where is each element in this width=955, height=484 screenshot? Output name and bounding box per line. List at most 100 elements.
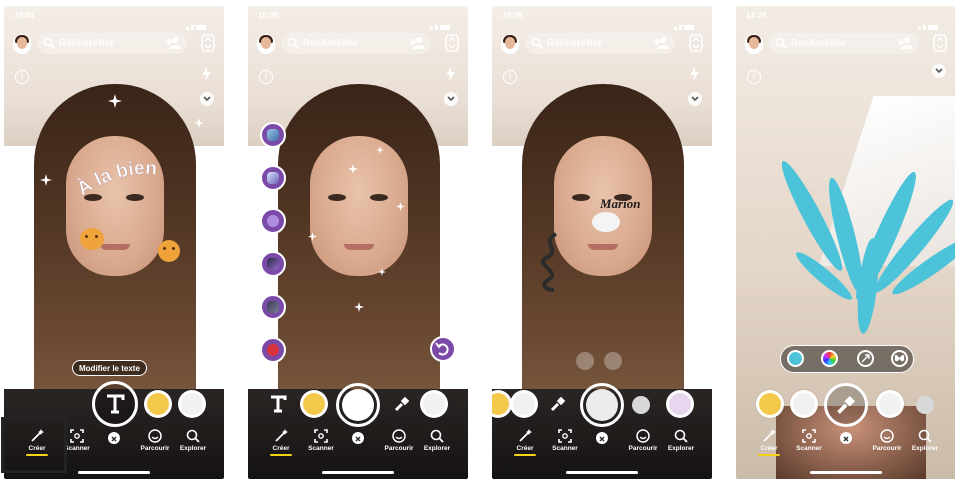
nav-browse[interactable]: Parcourir — [870, 429, 904, 452]
search-bar[interactable]: Rechercher — [281, 33, 431, 54]
search-placeholder: Rechercher — [547, 38, 603, 49]
battery-icon — [440, 25, 450, 30]
edit-text-button[interactable]: Modifier le texte — [72, 360, 147, 376]
flash-icon[interactable] — [688, 66, 702, 82]
lens-thumb — [181, 393, 203, 415]
add-friend-icon[interactable] — [653, 36, 669, 50]
butterfly-icon[interactable] — [891, 350, 908, 367]
curved-text-sticker[interactable]: À la bien — [76, 156, 216, 206]
chevron-down-icon[interactable] — [932, 64, 946, 78]
nav-explore[interactable]: Explorer — [176, 429, 210, 452]
add-friend-icon[interactable] — [165, 36, 181, 50]
avatar-icon[interactable] — [501, 34, 519, 54]
lens-item[interactable] — [178, 390, 206, 418]
lens-item[interactable] — [420, 390, 448, 418]
tattoo-dove-sticker[interactable] — [592, 212, 620, 232]
mouth — [100, 244, 130, 250]
chevron-down-icon[interactable] — [200, 92, 214, 106]
flip-camera-icon[interactable] — [933, 34, 947, 52]
nav-browse[interactable]: Parcourir — [626, 429, 660, 452]
avatar-icon[interactable] — [13, 34, 31, 54]
brush-tool-shard[interactable] — [260, 294, 286, 320]
flip-camera-icon[interactable] — [445, 34, 459, 52]
wand-icon — [275, 429, 288, 442]
nav-explore[interactable]: Explorer — [420, 429, 454, 452]
smiley-icon — [148, 429, 162, 443]
lens-item[interactable] — [510, 390, 538, 418]
brush-capture-button[interactable] — [824, 383, 868, 427]
text-capture-button[interactable] — [92, 381, 138, 427]
lens-item[interactable] — [756, 390, 784, 418]
close-icon[interactable] — [840, 432, 852, 444]
info-icon[interactable]: i — [15, 70, 29, 84]
lens-item[interactable] — [144, 390, 172, 418]
avatar-icon[interactable] — [257, 34, 275, 54]
cat-eye — [85, 235, 88, 238]
eye — [370, 194, 388, 201]
lens-thumb — [879, 393, 901, 415]
brush-tool-heart[interactable] — [260, 208, 286, 234]
search-icon — [287, 37, 299, 49]
nav-create[interactable]: Créer — [508, 429, 542, 456]
flash-icon[interactable] — [200, 66, 214, 82]
add-friend-icon[interactable] — [409, 36, 425, 50]
chevron-down-icon[interactable] — [688, 92, 702, 106]
search-bar[interactable]: Rechercher — [525, 33, 675, 54]
add-friend-icon[interactable] — [897, 36, 913, 50]
nav-explore[interactable]: Explorer — [664, 429, 698, 452]
nav-browse[interactable]: Parcourir — [138, 429, 172, 452]
text-tool-icon[interactable] — [268, 394, 288, 414]
bubbles-lens-icon[interactable] — [916, 396, 934, 414]
eye — [328, 194, 346, 201]
search-bar[interactable]: Rechercher — [37, 33, 187, 54]
lens-item[interactable] — [876, 390, 904, 418]
close-icon[interactable] — [352, 432, 364, 444]
color-wheel-icon[interactable] — [821, 350, 838, 367]
brush-tool-gem[interactable] — [260, 251, 286, 277]
info-icon[interactable]: i — [259, 70, 273, 84]
nav-create[interactable]: Créer — [264, 429, 298, 456]
brush-tool-star[interactable] — [260, 165, 286, 191]
brush-tool-pen[interactable] — [260, 122, 286, 148]
info-icon[interactable]: i — [747, 70, 761, 84]
lens-item[interactable] — [790, 390, 818, 418]
brush-tool-bear[interactable] — [260, 337, 286, 363]
brush-icon[interactable] — [550, 396, 566, 412]
tool-glyph — [267, 344, 279, 356]
plant-3d-object[interactable] — [736, 126, 955, 356]
scan-icon — [802, 429, 816, 443]
wand-icon — [519, 429, 532, 442]
lens-item[interactable] — [666, 390, 694, 418]
tattoo-text[interactable]: Marion — [600, 196, 640, 212]
capture-button[interactable] — [336, 383, 380, 427]
flip-camera-icon[interactable] — [689, 34, 703, 52]
flash-icon[interactable] — [444, 66, 458, 82]
sparkle-icon — [108, 94, 122, 108]
nav-scan[interactable]: Scanner — [548, 429, 582, 452]
nav-create[interactable]: Créer — [752, 429, 786, 456]
capture-button[interactable] — [580, 383, 624, 427]
nav-scan[interactable]: Scanner — [792, 429, 826, 452]
bubbles-lens-icon[interactable] — [632, 396, 650, 414]
resize-icon[interactable] — [857, 350, 874, 367]
nav-explore[interactable]: Explorer — [908, 429, 942, 452]
color-swatch-teal[interactable] — [787, 350, 804, 367]
undo-icon[interactable] — [430, 336, 456, 362]
avatar-icon[interactable] — [745, 34, 763, 54]
flip-camera-icon[interactable] — [201, 34, 215, 52]
cat-eye — [172, 247, 175, 250]
close-icon[interactable] — [596, 432, 608, 444]
snake-tattoo-sticker[interactable] — [536, 232, 566, 292]
sparkle-icon — [376, 146, 384, 154]
search-bar[interactable]: Rechercher — [769, 33, 919, 54]
lens-item[interactable] — [300, 390, 328, 418]
cat-emoji-sticker[interactable] — [80, 228, 104, 250]
brush-icon[interactable] — [394, 396, 410, 412]
cat-emoji-sticker[interactable] — [158, 240, 180, 262]
close-icon[interactable] — [108, 432, 120, 444]
chevron-down-icon[interactable] — [444, 92, 458, 106]
nav-browse[interactable]: Parcourir — [382, 429, 416, 452]
brush-icon — [837, 395, 856, 414]
nav-scan[interactable]: Scanner — [304, 429, 338, 452]
info-icon[interactable]: i — [503, 70, 517, 84]
